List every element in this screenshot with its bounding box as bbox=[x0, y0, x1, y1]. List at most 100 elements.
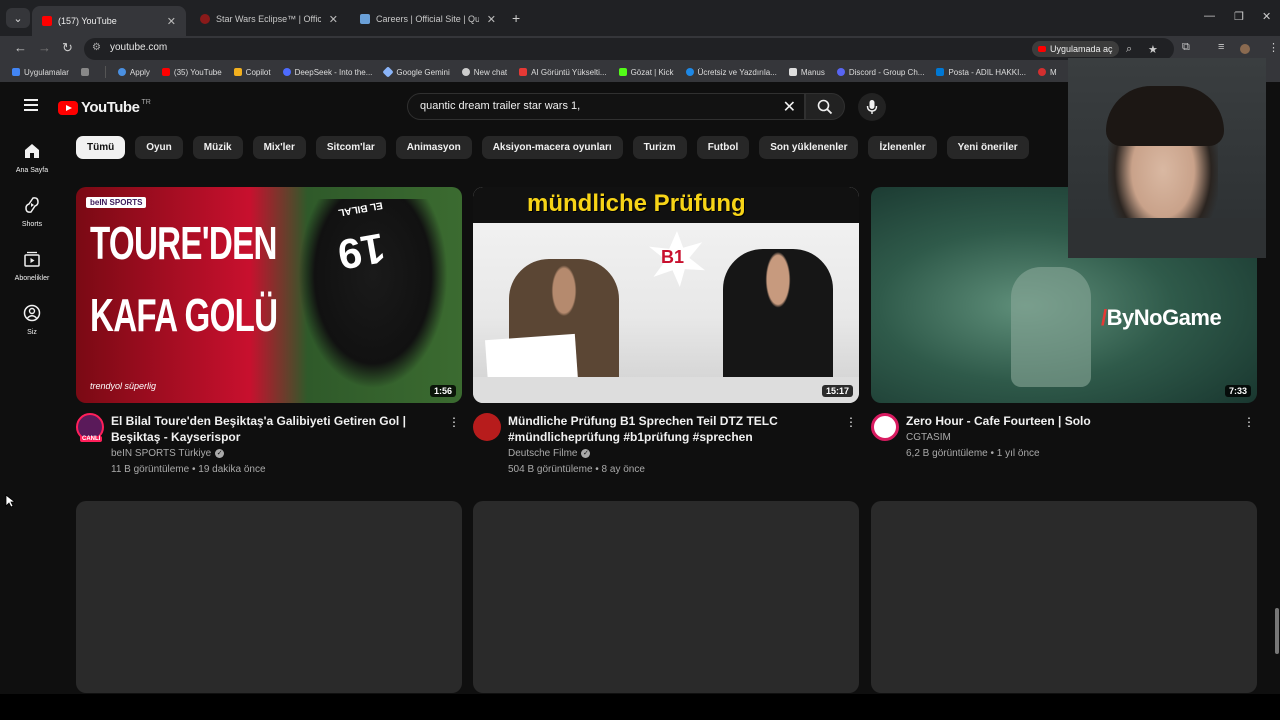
search-button[interactable] bbox=[805, 93, 845, 120]
search-query[interactable]: quantic dream trailer star wars 1, bbox=[420, 100, 580, 112]
bookmark-label: New chat bbox=[473, 67, 508, 77]
channel-avatar[interactable] bbox=[473, 413, 501, 441]
shorts-icon bbox=[25, 197, 39, 213]
back-icon[interactable]: ← bbox=[14, 40, 27, 55]
channel-name[interactable]: Deutsche Filme ✓ bbox=[508, 448, 591, 459]
jersey-name: EL BILAL bbox=[337, 199, 384, 218]
bookmark-item[interactable]: Manus bbox=[788, 68, 825, 77]
sidebar-item-you[interactable]: Siz bbox=[0, 304, 64, 336]
browser-chrome: ⌄ (157) YouTube ✕ Star Wars Eclipse™ | O… bbox=[0, 0, 1280, 62]
close-tab-icon[interactable]: ✕ bbox=[487, 13, 496, 26]
profile-avatar[interactable] bbox=[1240, 44, 1250, 54]
bookmark-apps[interactable]: Uygulamalar bbox=[12, 68, 69, 77]
channel-name[interactable]: CGTASIM bbox=[906, 432, 951, 443]
more-actions-icon[interactable]: ⋮ bbox=[448, 415, 460, 429]
extensions-icon[interactable]: ⧉ bbox=[1182, 41, 1190, 54]
apps-grid-icon bbox=[12, 68, 20, 76]
video-duration: 1:56 bbox=[429, 385, 456, 397]
tab-youtube[interactable]: (157) YouTube ✕ bbox=[32, 6, 186, 36]
tab-careers[interactable]: Careers | Official Site | Quantic Dream … bbox=[350, 6, 506, 32]
tab-star-wars[interactable]: Star Wars Eclipse™ | Official Site ✕ bbox=[190, 6, 348, 32]
video-title[interactable]: Mündliche Prüfung B1 Sprechen Teil DTZ T… bbox=[508, 413, 838, 445]
bookmark-item[interactable]: Apply bbox=[117, 68, 150, 77]
bookmark-item[interactable]: Copilot bbox=[233, 68, 271, 77]
bookmark-item[interactable]: Ücretsiz ve Yazdırıla... bbox=[685, 67, 777, 77]
manus-icon bbox=[788, 68, 797, 76]
site-info-icon[interactable]: ⚙ bbox=[92, 42, 101, 53]
video-stats: 6,2 B görüntüleme • 1 yıl önce bbox=[906, 448, 1040, 459]
bookmark-item[interactable]: Google Gemini bbox=[382, 66, 450, 78]
chip[interactable]: Futbol bbox=[696, 136, 750, 159]
tab-groups-icon[interactable]: ≡ bbox=[1218, 41, 1224, 53]
search-input[interactable]: quantic dream trailer star wars 1, ✕ bbox=[407, 93, 805, 120]
browser-menu-icon[interactable]: ⋮ bbox=[1268, 41, 1279, 54]
channel-avatar[interactable] bbox=[871, 413, 899, 441]
chip[interactable]: Turizm bbox=[632, 136, 687, 159]
home-icon bbox=[25, 144, 39, 158]
bookmark-star-icon[interactable]: ★ bbox=[1148, 43, 1158, 56]
video-card[interactable]: beIN SPORTS TOURE'DEN KAFA GOLÜ trendyol… bbox=[76, 187, 462, 481]
new-tab-icon[interactable]: + bbox=[512, 10, 520, 26]
chip[interactable]: Sitcom'lar bbox=[315, 136, 386, 159]
chip[interactable]: Mix'ler bbox=[252, 136, 306, 159]
video-thumbnail[interactable]: mündliche Prüfung B1 15:17 bbox=[473, 187, 859, 403]
player-figure: 19 EL BILAL bbox=[298, 199, 448, 389]
bookmark-item[interactable]: New chat bbox=[461, 67, 508, 77]
close-tab-icon[interactable]: ✕ bbox=[167, 15, 176, 28]
video-title[interactable]: El Bilal Toure'den Beşiktaş'a Galibiyeti… bbox=[111, 413, 441, 445]
forward-icon[interactable]: → bbox=[38, 40, 51, 55]
close-window-icon[interactable]: ✕ bbox=[1262, 10, 1271, 23]
bein-sports-logo: beIN SPORTS bbox=[86, 197, 147, 208]
chip[interactable]: Son yüklenenler bbox=[759, 136, 859, 159]
bookmark-item[interactable]: DeepSeek - Into the... bbox=[282, 67, 373, 77]
chip-all[interactable]: Tümü bbox=[76, 136, 126, 159]
video-title[interactable]: Zero Hour - Cafe Fourteen | Solo bbox=[906, 413, 1236, 429]
zoom-icon[interactable]: ⌕ bbox=[1126, 43, 1132, 56]
close-tab-icon[interactable]: ✕ bbox=[329, 13, 338, 26]
printable-icon bbox=[685, 68, 694, 76]
more-actions-icon[interactable]: ⋮ bbox=[845, 415, 857, 429]
chip[interactable]: Oyun bbox=[135, 136, 183, 159]
bookmark-item[interactable]: M bbox=[1037, 68, 1057, 77]
country-code: TR bbox=[141, 99, 151, 106]
tab-search-button[interactable]: ⌄ bbox=[6, 8, 30, 28]
channel-name[interactable]: beIN SPORTS Türkiye ✓ bbox=[111, 448, 225, 459]
video-stats: 11 B görüntüleme • 19 dakika önce bbox=[111, 464, 266, 475]
openai-icon bbox=[461, 68, 470, 76]
chip[interactable]: Müzik bbox=[192, 136, 243, 159]
open-in-app-button[interactable]: Uygulamada aç bbox=[1032, 41, 1119, 57]
chip[interactable]: Yeni öneriler bbox=[946, 136, 1029, 159]
bookmark-label: DeepSeek - Into the... bbox=[294, 67, 373, 77]
sidebar-item-shorts[interactable]: Shorts bbox=[0, 196, 64, 228]
channel-name-text: beIN SPORTS Türkiye bbox=[111, 448, 212, 459]
page-scrollbar[interactable] bbox=[1275, 608, 1279, 654]
sidebar-item-subscriptions[interactable]: Abonelikler bbox=[0, 250, 64, 282]
bookmark-item[interactable]: Gözat | Kick bbox=[618, 68, 674, 77]
url-text[interactable]: youtube.com bbox=[110, 42, 167, 53]
maximize-icon[interactable]: ❐ bbox=[1234, 10, 1244, 23]
table-surface bbox=[473, 377, 859, 403]
chip[interactable]: İzlenenler bbox=[868, 136, 937, 159]
minimize-icon[interactable]: — bbox=[1204, 10, 1215, 22]
channel-avatar[interactable]: CANLI bbox=[76, 413, 104, 442]
omnibox[interactable]: ⚙ youtube.com Uygulamada aç ⌕ ★ bbox=[84, 38, 1174, 60]
bookmark-item[interactable]: AI Görüntü Yükselti... bbox=[519, 68, 607, 77]
clear-search-icon[interactable]: ✕ bbox=[783, 97, 796, 117]
reload-icon[interactable]: ↻ bbox=[62, 40, 73, 56]
quantic-favicon-icon bbox=[360, 14, 370, 24]
bookmark-grid[interactable] bbox=[80, 68, 93, 76]
chip[interactable]: Animasyon bbox=[395, 136, 472, 159]
bookmark-item[interactable]: Posta - ADIL HAKKI... bbox=[936, 68, 1026, 77]
search-icon bbox=[817, 99, 833, 114]
bookmark-item[interactable]: (35) YouTube bbox=[161, 68, 222, 77]
menu-icon[interactable] bbox=[24, 99, 38, 111]
more-actions-icon[interactable]: ⋮ bbox=[1243, 415, 1255, 429]
video-card[interactable]: mündliche Prüfung B1 15:17 Mündliche Prü… bbox=[473, 187, 859, 481]
youtube-logo[interactable]: YouTube TR bbox=[58, 99, 151, 116]
voice-search-button[interactable] bbox=[858, 93, 886, 121]
video-thumbnail[interactable]: beIN SPORTS TOURE'DEN KAFA GOLÜ trendyol… bbox=[76, 187, 462, 403]
bookmark-item[interactable]: Discord - Group Ch... bbox=[836, 68, 924, 77]
bookmark-label: Ücretsiz ve Yazdırıla... bbox=[697, 67, 777, 77]
chip[interactable]: Aksiyon-macera oyunları bbox=[481, 136, 623, 159]
sidebar-item-home[interactable]: Ana Sayfa bbox=[0, 142, 64, 174]
